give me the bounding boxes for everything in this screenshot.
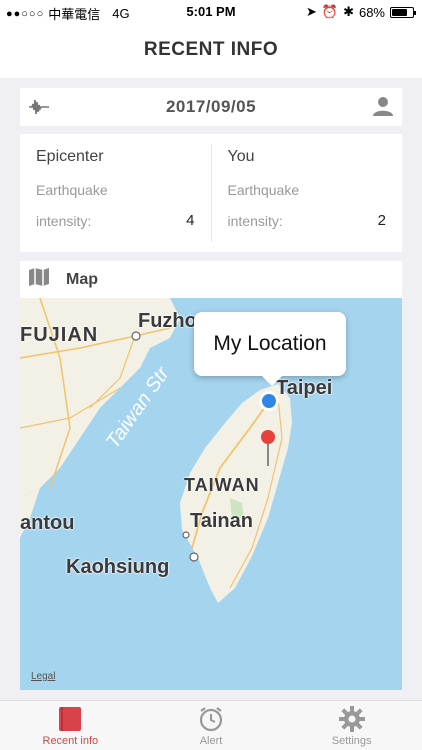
map-view[interactable]: FUJIAN Fuzhou Taiwan Str Taipei TAIWAN T… (20, 298, 402, 690)
my-location-callout[interactable]: My Location (194, 312, 346, 386)
intensity-info-card: Epicenter Earthquake intensity: 4 You Ea… (20, 134, 402, 252)
you-label-intensity: intensity: (227, 212, 283, 229)
tab-recent-info[interactable]: Recent info (0, 701, 141, 750)
map-label-taiwan: TAIWAN (184, 475, 260, 495)
epicenter-column: Epicenter Earthquake intensity: 4 (20, 144, 212, 242)
tab-alert[interactable]: Alert (141, 701, 282, 750)
map-label-kaohsiung: Kaohsiung (66, 556, 170, 578)
page-title: RECENT INFO (143, 39, 279, 60)
epicenter-label-earthquake: Earthquake (36, 182, 108, 198)
tab-settings[interactable]: Settings (281, 701, 422, 750)
map-label-tainan: Tainan (190, 510, 253, 532)
event-date: 2017/09/05 (165, 97, 257, 116)
map-icon (28, 267, 50, 292)
battery-percent: 68% (358, 4, 385, 20)
tab-label-recent-info: Recent info (42, 735, 99, 747)
epicenter-title: Epicenter (36, 148, 104, 165)
map-label-fujian: FUJIAN (20, 324, 99, 346)
map-header-label: Map (66, 270, 98, 288)
location-arrow-icon: ➤ (305, 4, 317, 19)
status-bar: ●●○○○ 中華電信 4G 5:01 PM ➤ ⏰ ✱ 68% (0, 0, 422, 22)
book-icon (59, 707, 82, 731)
bluetooth-icon: ✱ (343, 4, 354, 19)
seismic-wave-icon[interactable] (28, 96, 50, 123)
gear-icon (338, 706, 365, 732)
battery-icon (390, 6, 416, 18)
map-legal-link[interactable]: Legal (31, 671, 55, 682)
map-label-taipei: Taipei (276, 377, 333, 399)
map-label-shantou: antou (20, 512, 75, 534)
you-intensity-value: 2 (377, 212, 386, 229)
you-label-earthquake: Earthquake (227, 182, 300, 198)
navigation-bar: RECENT INFO (0, 22, 422, 78)
you-title: You (227, 148, 255, 165)
alarm-clock-icon (199, 707, 223, 732)
epicenter-label-intensity: intensity: (36, 212, 92, 229)
tab-bar: Recent info Alert Settings (0, 700, 422, 750)
epicenter-intensity-value: 4 (186, 212, 195, 229)
date-card: 2017/09/05 (20, 88, 402, 126)
user-icon[interactable] (372, 95, 394, 122)
you-column: You Earthquake intensity: 2 (212, 144, 403, 242)
tab-label-settings: Settings (331, 735, 372, 747)
alarm-icon: ⏰ (321, 4, 339, 19)
tab-label-alert: Alert (199, 735, 223, 747)
map-header: Map (20, 261, 402, 298)
